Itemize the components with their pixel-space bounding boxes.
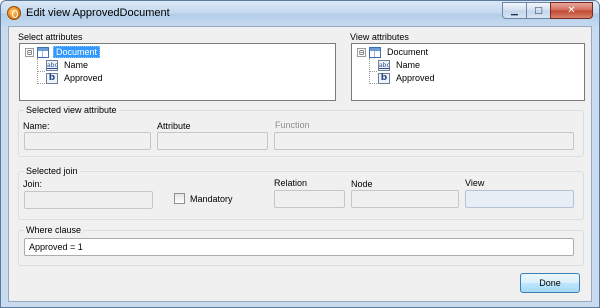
maximize-icon: □: [534, 5, 543, 16]
node-field[interactable]: [351, 190, 459, 208]
tree-node-label: Document: [53, 46, 101, 58]
table-icon: [37, 46, 49, 58]
function-field[interactable]: [274, 132, 574, 150]
attribute-label: Attribute: [157, 121, 191, 131]
attribute-field[interactable]: [157, 132, 268, 150]
caption-buttons: ▁ □ ✕: [502, 2, 593, 19]
relation-field[interactable]: [274, 190, 345, 208]
view-attributes-tree[interactable]: ⊟ Document abc Name b Approved: [351, 43, 585, 101]
minimize-icon: ▁: [511, 5, 518, 16]
relation-label: Relation: [274, 178, 308, 188]
tree-node-label: Name: [396, 60, 421, 70]
view-label: View: [465, 178, 485, 188]
collapse-icon[interactable]: ⊟: [357, 47, 366, 57]
minimize-button[interactable]: ▁: [502, 2, 527, 19]
view-attributes-label: View attributes: [350, 32, 409, 42]
tree-node-name[interactable]: abc Name: [46, 59, 90, 71]
tree-connector: [37, 71, 45, 72]
dialog-client-area: Select attributes ⊟ Document abc Name b …: [8, 26, 592, 302]
select-attributes-label: Select attributes: [18, 32, 83, 42]
tree-node-approved[interactable]: b Approved: [46, 72, 105, 84]
view-field[interactable]: [465, 190, 574, 208]
select-attributes-tree[interactable]: ⊟ Document abc Name b Approved: [19, 43, 336, 101]
tree-connector: [369, 83, 377, 84]
close-button[interactable]: ✕: [550, 2, 593, 19]
group-title: Selected view attribute: [24, 105, 119, 115]
join-label: Join:: [23, 179, 43, 189]
name-field[interactable]: [24, 132, 151, 150]
tree-node-document[interactable]: ⊟ Document: [357, 46, 430, 58]
tree-node-approved[interactable]: b Approved: [378, 72, 437, 84]
group-title: Where clause: [24, 225, 84, 235]
table-icon: [369, 46, 381, 58]
maximize-button[interactable]: □: [526, 2, 551, 19]
boolean-attribute-icon: b: [378, 72, 390, 84]
mandatory-checkbox[interactable]: [174, 193, 185, 204]
boolean-attribute-icon: b: [46, 72, 58, 84]
collapse-icon[interactable]: ⊟: [25, 47, 34, 57]
function-label: Function: [275, 120, 310, 130]
mandatory-label: Mandatory: [190, 194, 233, 204]
join-field[interactable]: [24, 191, 153, 209]
tree-connector: [37, 83, 45, 84]
node-label: Node: [351, 179, 373, 189]
tree-connector: [369, 71, 377, 72]
tree-node-document[interactable]: ⊟ Document: [25, 46, 101, 58]
tree-node-label: Document: [387, 47, 429, 57]
close-icon: ✕: [567, 5, 576, 16]
tree-node-label: Approved: [396, 73, 435, 83]
text-attribute-icon: abc: [378, 59, 390, 71]
group-title: Selected join: [24, 166, 80, 176]
window-title: Edit view ApprovedDocument: [26, 7, 170, 19]
tree-node-name[interactable]: abc Name: [378, 59, 422, 71]
done-button[interactable]: Done: [520, 273, 580, 293]
dialog-window: Edit view ApprovedDocument ▁ □ ✕ Select …: [0, 0, 600, 308]
where-clause-input[interactable]: Approved = 1: [24, 238, 574, 256]
name-label: Name:: [23, 121, 50, 131]
text-attribute-icon: abc: [46, 59, 58, 71]
tree-node-label: Approved: [64, 73, 103, 83]
app-icon: [7, 6, 21, 20]
title-bar[interactable]: Edit view ApprovedDocument ▁ □ ✕: [1, 1, 599, 26]
tree-node-label: Name: [64, 60, 89, 70]
